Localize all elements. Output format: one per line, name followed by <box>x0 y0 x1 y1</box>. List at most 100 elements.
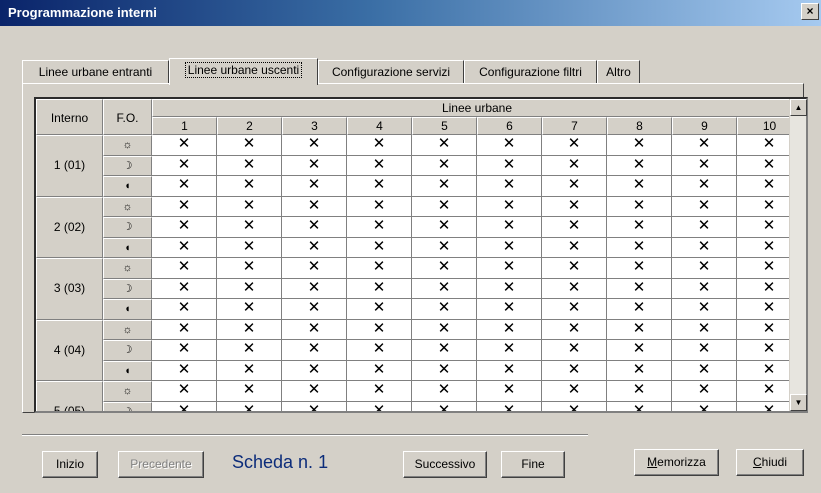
successivo-button[interactable]: Successivo <box>403 451 487 478</box>
x-mark-icon[interactable]: ✕ <box>542 196 607 217</box>
x-mark-icon[interactable]: ✕ <box>347 135 412 156</box>
x-mark-icon[interactable]: ✕ <box>607 237 672 258</box>
tab-configurazione-servizi[interactable]: Configurazione servizi <box>318 60 464 84</box>
x-mark-icon[interactable]: ✕ <box>217 155 282 176</box>
x-mark-icon[interactable]: ✕ <box>477 135 542 156</box>
x-mark-icon[interactable]: ✕ <box>217 196 282 217</box>
x-mark-icon[interactable]: ✕ <box>282 381 347 402</box>
x-mark-icon[interactable]: ✕ <box>412 381 477 402</box>
x-mark-icon[interactable]: ✕ <box>477 258 542 279</box>
x-mark-icon[interactable]: ✕ <box>672 155 737 176</box>
x-mark-icon[interactable]: ✕ <box>217 217 282 238</box>
x-mark-icon[interactable]: ✕ <box>477 401 542 411</box>
x-mark-icon[interactable]: ✕ <box>672 176 737 197</box>
x-mark-icon[interactable]: ✕ <box>672 196 737 217</box>
x-mark-icon[interactable]: ✕ <box>412 319 477 340</box>
x-mark-icon[interactable]: ✕ <box>412 258 477 279</box>
x-mark-icon[interactable]: ✕ <box>412 217 477 238</box>
x-mark-icon[interactable]: ✕ <box>542 360 607 381</box>
x-mark-icon[interactable]: ✕ <box>477 360 542 381</box>
x-mark-icon[interactable]: ✕ <box>542 237 607 258</box>
x-mark-icon[interactable]: ✕ <box>217 135 282 156</box>
x-mark-icon[interactable]: ✕ <box>412 278 477 299</box>
x-mark-icon[interactable]: ✕ <box>152 237 217 258</box>
x-mark-icon[interactable]: ✕ <box>607 278 672 299</box>
x-mark-icon[interactable]: ✕ <box>282 401 347 411</box>
x-mark-icon[interactable]: ✕ <box>347 319 412 340</box>
x-mark-icon[interactable]: ✕ <box>672 401 737 411</box>
x-mark-icon[interactable]: ✕ <box>542 258 607 279</box>
x-mark-icon[interactable]: ✕ <box>672 340 737 361</box>
x-mark-icon[interactable]: ✕ <box>672 381 737 402</box>
x-mark-icon[interactable]: ✕ <box>152 258 217 279</box>
x-mark-icon[interactable]: ✕ <box>347 360 412 381</box>
x-mark-icon[interactable]: ✕ <box>282 360 347 381</box>
x-mark-icon[interactable]: ✕ <box>542 340 607 361</box>
tab-linee-entranti[interactable]: Linee urbane entranti <box>22 60 169 84</box>
x-mark-icon[interactable]: ✕ <box>412 196 477 217</box>
x-mark-icon[interactable]: ✕ <box>282 155 347 176</box>
x-mark-icon[interactable]: ✕ <box>347 381 412 402</box>
x-mark-icon[interactable]: ✕ <box>672 299 737 320</box>
x-mark-icon[interactable]: ✕ <box>542 176 607 197</box>
x-mark-icon[interactable]: ✕ <box>347 237 412 258</box>
x-mark-icon[interactable]: ✕ <box>347 278 412 299</box>
x-mark-icon[interactable]: ✕ <box>282 278 347 299</box>
x-mark-icon[interactable]: ✕ <box>152 155 217 176</box>
x-mark-icon[interactable]: ✕ <box>217 237 282 258</box>
x-mark-icon[interactable]: ✕ <box>282 340 347 361</box>
x-mark-icon[interactable]: ✕ <box>607 360 672 381</box>
x-mark-icon[interactable]: ✕ <box>412 401 477 411</box>
x-mark-icon[interactable]: ✕ <box>477 196 542 217</box>
x-mark-icon[interactable]: ✕ <box>542 319 607 340</box>
x-mark-icon[interactable]: ✕ <box>152 196 217 217</box>
x-mark-icon[interactable]: ✕ <box>347 176 412 197</box>
x-mark-icon[interactable]: ✕ <box>282 196 347 217</box>
x-mark-icon[interactable]: ✕ <box>152 319 217 340</box>
x-mark-icon[interactable]: ✕ <box>412 299 477 320</box>
x-mark-icon[interactable]: ✕ <box>152 340 217 361</box>
x-mark-icon[interactable]: ✕ <box>412 155 477 176</box>
x-mark-icon[interactable]: ✕ <box>477 217 542 238</box>
x-mark-icon[interactable]: ✕ <box>412 237 477 258</box>
x-mark-icon[interactable]: ✕ <box>152 299 217 320</box>
x-mark-icon[interactable]: ✕ <box>347 155 412 176</box>
x-mark-icon[interactable]: ✕ <box>412 360 477 381</box>
x-mark-icon[interactable]: ✕ <box>282 176 347 197</box>
x-mark-icon[interactable]: ✕ <box>152 217 217 238</box>
x-mark-icon[interactable]: ✕ <box>477 237 542 258</box>
x-mark-icon[interactable]: ✕ <box>607 155 672 176</box>
x-mark-icon[interactable]: ✕ <box>152 381 217 402</box>
x-mark-icon[interactable]: ✕ <box>347 217 412 238</box>
x-mark-icon[interactable]: ✕ <box>672 135 737 156</box>
x-mark-icon[interactable]: ✕ <box>607 299 672 320</box>
tab-altro[interactable]: Altro <box>597 60 640 84</box>
x-mark-icon[interactable]: ✕ <box>672 319 737 340</box>
x-mark-icon[interactable]: ✕ <box>542 155 607 176</box>
x-mark-icon[interactable]: ✕ <box>672 217 737 238</box>
scroll-up-icon[interactable]: ▲ <box>790 99 807 116</box>
fine-button[interactable]: Fine <box>501 451 565 478</box>
x-mark-icon[interactable]: ✕ <box>282 237 347 258</box>
chiudi-button[interactable]: Chiudi <box>736 449 804 476</box>
x-mark-icon[interactable]: ✕ <box>152 176 217 197</box>
x-mark-icon[interactable]: ✕ <box>607 196 672 217</box>
x-mark-icon[interactable]: ✕ <box>607 258 672 279</box>
tab-configurazione-filtri[interactable]: Configurazione filtri <box>464 60 597 84</box>
x-mark-icon[interactable]: ✕ <box>282 135 347 156</box>
x-mark-icon[interactable]: ✕ <box>412 340 477 361</box>
x-mark-icon[interactable]: ✕ <box>607 176 672 197</box>
x-mark-icon[interactable]: ✕ <box>217 278 282 299</box>
x-mark-icon[interactable]: ✕ <box>217 401 282 411</box>
x-mark-icon[interactable]: ✕ <box>542 381 607 402</box>
x-mark-icon[interactable]: ✕ <box>217 258 282 279</box>
x-mark-icon[interactable]: ✕ <box>217 340 282 361</box>
x-mark-icon[interactable]: ✕ <box>347 401 412 411</box>
x-mark-icon[interactable]: ✕ <box>672 237 737 258</box>
x-mark-icon[interactable]: ✕ <box>217 299 282 320</box>
x-mark-icon[interactable]: ✕ <box>347 258 412 279</box>
memorizza-button[interactable]: Memorizza <box>634 449 719 476</box>
x-mark-icon[interactable]: ✕ <box>607 319 672 340</box>
x-mark-icon[interactable]: ✕ <box>217 381 282 402</box>
x-mark-icon[interactable]: ✕ <box>282 299 347 320</box>
